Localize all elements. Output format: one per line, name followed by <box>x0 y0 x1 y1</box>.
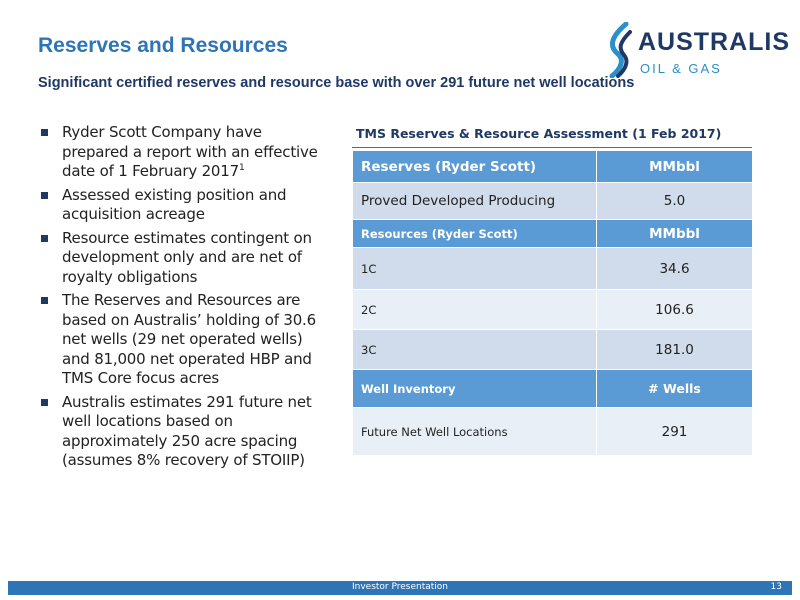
row-value: 181.0 <box>596 329 753 370</box>
bullet-text: Australis estimates 291 future net well … <box>62 392 312 470</box>
table-row: 1C 34.6 <box>352 247 753 290</box>
square-bullet-icon <box>41 234 48 242</box>
page-title: Reserves and Resources <box>38 34 288 57</box>
square-bullet-icon <box>41 129 48 136</box>
bullet-text: Assessed existing position and acquisiti… <box>62 185 287 224</box>
row-label: Future Net Well Locations <box>352 407 597 456</box>
logo-wave-icon <box>609 22 632 78</box>
row-value: 34.6 <box>596 247 753 290</box>
header-cell-unit: MMbbl <box>596 219 753 248</box>
bullet-item: Resource estimates contingent on develop… <box>40 229 325 288</box>
square-bullet-icon <box>41 297 48 304</box>
bullet-text: The Reserves and Resources are based on … <box>62 291 316 387</box>
table-header-row: Well Inventory # Wells <box>352 369 753 408</box>
reserves-table: Reserves (Ryder Scott) MMbbl Proved Deve… <box>352 150 753 456</box>
footer-label: Investor Presentation <box>351 582 449 592</box>
table-caption: TMS Reserves & Resource Assessment (1 Fe… <box>356 126 722 141</box>
table-row: 3C 181.0 <box>352 329 753 370</box>
table-row: Proved Developed Producing 5.0 <box>352 182 753 220</box>
row-label: 2C <box>352 289 597 330</box>
bullet-list: Ryder Scott Company have prepared a repo… <box>40 123 325 475</box>
table-header-row: Resources (Ryder Scott) MMbbl <box>352 219 753 248</box>
header-cell-unit: # Wells <box>596 369 753 408</box>
header-cell-label: Resources (Ryder Scott) <box>352 219 597 248</box>
bullet-text: Ryder Scott Company have prepared a repo… <box>62 123 318 180</box>
row-value: 5.0 <box>596 182 753 220</box>
header-cell-label: Reserves (Ryder Scott) <box>352 150 597 183</box>
page-number: 13 <box>770 582 782 592</box>
row-value: 106.6 <box>596 289 753 330</box>
footer-bar: Investor Presentation 13 <box>8 581 792 595</box>
logo-name: AUSTRALIS <box>638 28 791 56</box>
row-label: Proved Developed Producing <box>352 182 597 220</box>
row-label: 3C <box>352 329 597 370</box>
logo-tagline: OIL & GAS <box>640 61 722 76</box>
square-bullet-icon <box>41 398 48 406</box>
bullet-text: Resource estimates contingent on develop… <box>62 228 312 286</box>
row-label: 1C <box>352 247 597 290</box>
row-value: 291 <box>596 407 753 456</box>
bullet-item: Assessed existing position and acquisiti… <box>40 186 325 225</box>
bullet-item: The Reserves and Resources are based on … <box>40 291 325 389</box>
square-bullet-icon <box>41 191 48 199</box>
company-logo: AUSTRALIS OIL & GAS <box>604 22 789 78</box>
table-header-row: Reserves (Ryder Scott) MMbbl <box>352 150 753 183</box>
footnote-marker: 1 <box>238 163 245 173</box>
bullet-item: Ryder Scott Company have prepared a repo… <box>40 123 325 182</box>
table-row: Future Net Well Locations 291 <box>352 407 753 456</box>
table-row: 2C 106.6 <box>352 289 753 330</box>
header-cell-label: Well Inventory <box>352 369 597 408</box>
caption-divider <box>352 147 752 148</box>
page-subtitle: Significant certified reserves and resou… <box>38 75 635 91</box>
bullet-item: Australis estimates 291 future net well … <box>40 393 325 471</box>
header-cell-unit: MMbbl <box>596 150 753 183</box>
